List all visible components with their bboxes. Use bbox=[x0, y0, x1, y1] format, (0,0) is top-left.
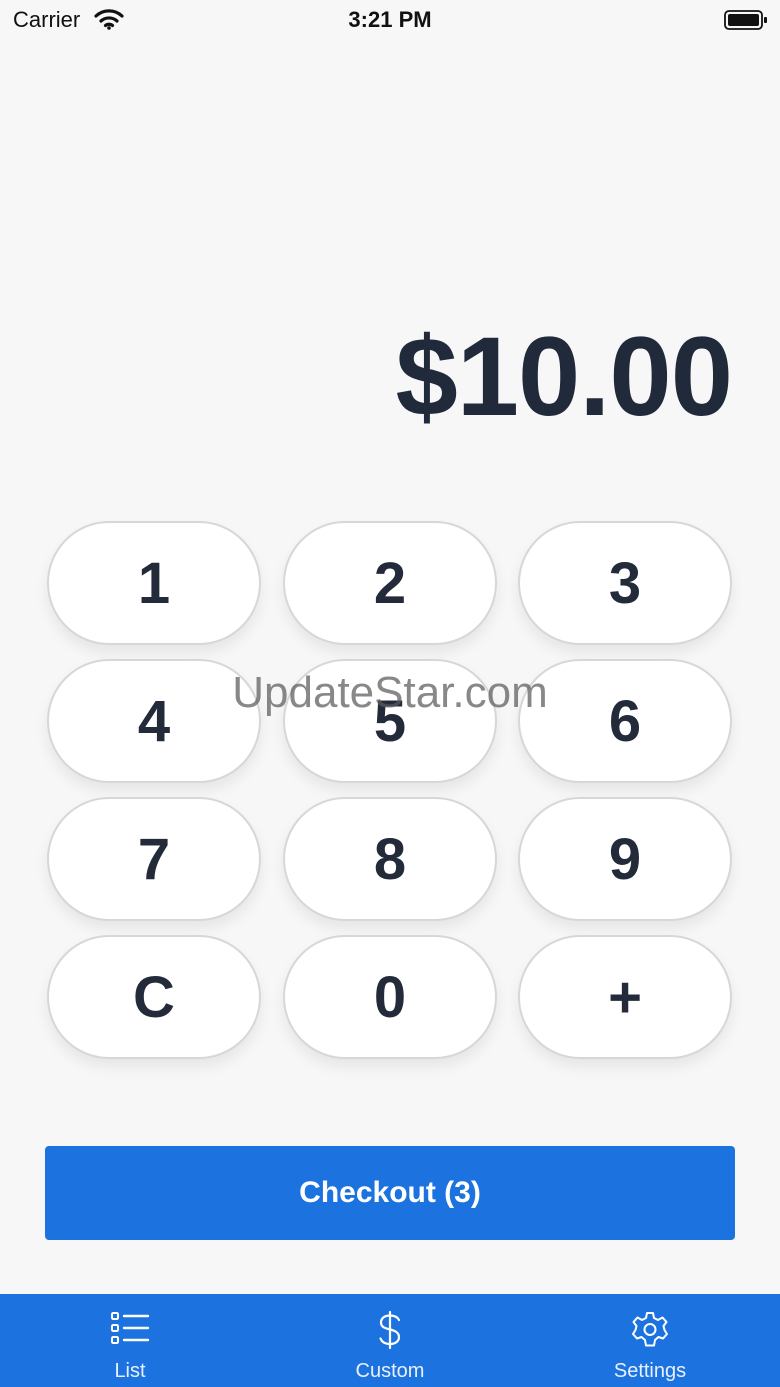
key-7[interactable]: 7 bbox=[47, 797, 261, 921]
key-clear[interactable]: C bbox=[47, 935, 261, 1059]
tab-custom-label: Custom bbox=[355, 1360, 425, 1382]
key-3[interactable]: 3 bbox=[518, 521, 732, 645]
key-6[interactable]: 6 bbox=[518, 659, 732, 783]
tab-settings-label: Settings bbox=[613, 1360, 687, 1382]
key-2[interactable]: 2 bbox=[283, 521, 497, 645]
status-bar: Carrier 3:21 PM bbox=[0, 0, 780, 40]
tab-list[interactable]: List bbox=[0, 1294, 260, 1387]
amount-display: $10.00 bbox=[395, 314, 733, 439]
key-8[interactable]: 8 bbox=[283, 797, 497, 921]
key-1[interactable]: 1 bbox=[47, 521, 261, 645]
key-plus[interactable]: + bbox=[518, 935, 732, 1059]
key-5[interactable]: 5 bbox=[283, 659, 497, 783]
key-9[interactable]: 9 bbox=[518, 797, 732, 921]
gear-icon bbox=[520, 1310, 780, 1350]
tab-bar: List Custom Settings bbox=[0, 1294, 780, 1387]
key-4[interactable]: 4 bbox=[47, 659, 261, 783]
tab-list-label: List bbox=[114, 1360, 146, 1382]
status-time: 3:21 PM bbox=[348, 7, 432, 32]
list-icon bbox=[0, 1310, 260, 1350]
tab-custom[interactable]: Custom bbox=[260, 1294, 520, 1387]
key-0[interactable]: 0 bbox=[283, 935, 497, 1059]
tab-settings[interactable]: Settings bbox=[520, 1294, 780, 1387]
checkout-button[interactable]: Checkout (3) bbox=[45, 1146, 735, 1240]
battery-icon bbox=[724, 9, 768, 36]
dollar-icon bbox=[260, 1310, 520, 1350]
